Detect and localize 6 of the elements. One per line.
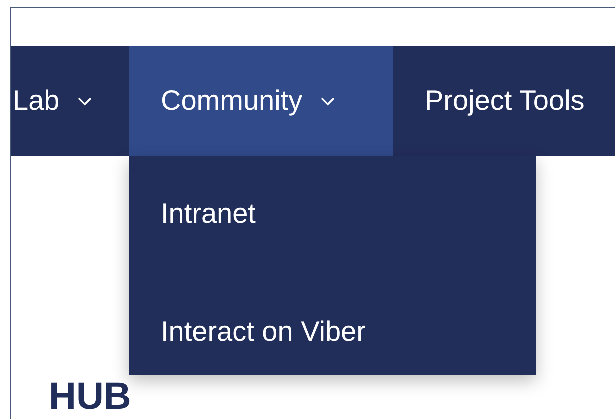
- chevron-down-icon: [320, 96, 335, 106]
- chevron-down-icon: [78, 96, 92, 106]
- nav-item[interactable]: Community: [129, 46, 393, 156]
- dropdown-item[interactable]: Interact on Viber: [129, 304, 382, 352]
- page-heading: HUB: [48, 378, 132, 416]
- dropdown-item[interactable]: Intranet: [129, 186, 272, 234]
